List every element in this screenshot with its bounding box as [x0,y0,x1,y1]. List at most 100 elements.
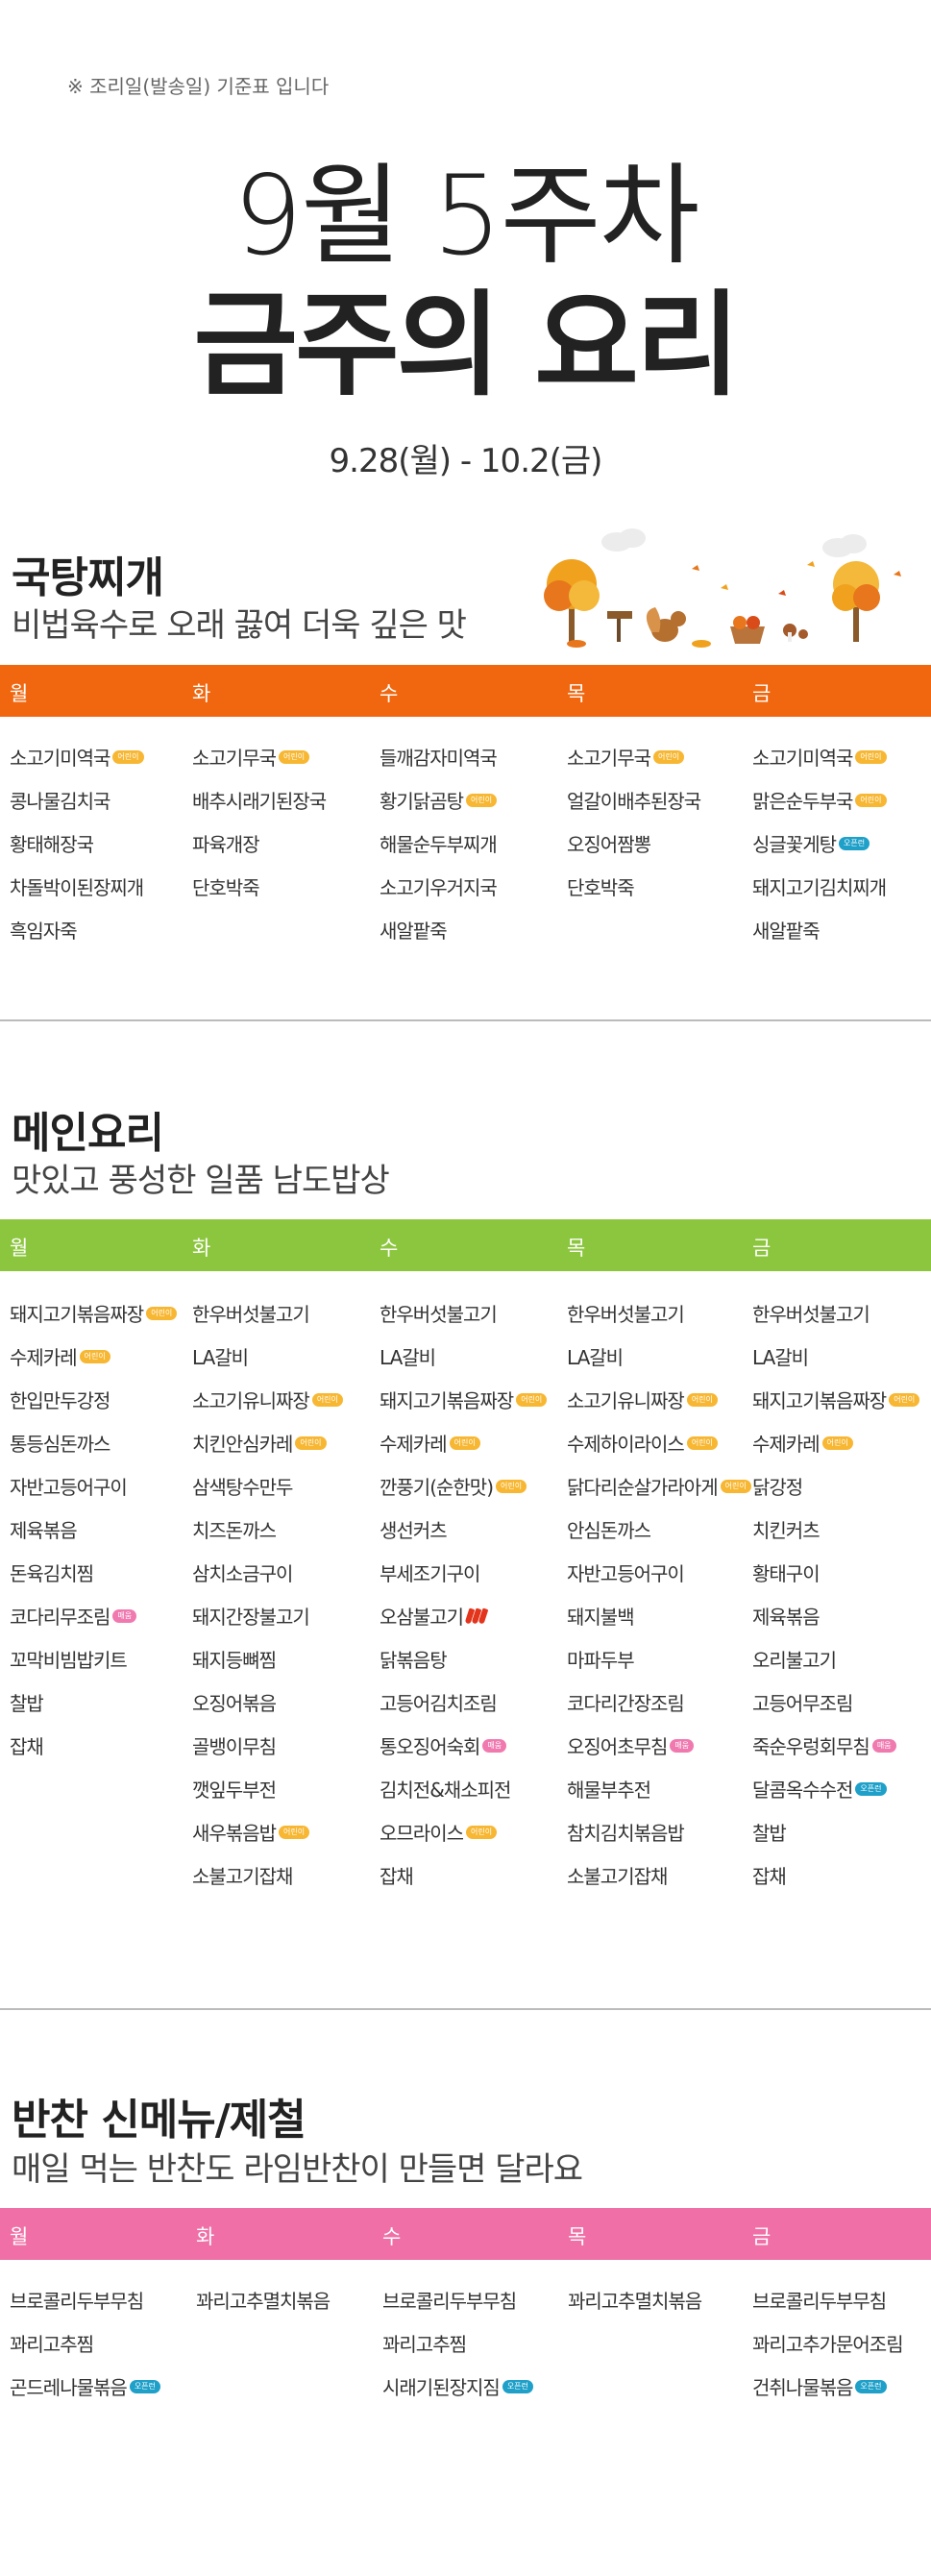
kid-badge: 어린이 [821,1435,853,1450]
menu-item: 해물순두부찌개 [380,822,498,865]
menu-item-name: 수제하이라이스 [567,1433,685,1456]
menu-item: 죽순우렁회무침 매움 [752,1724,919,1767]
menu-item-name: 오징어볶음 [192,1692,277,1715]
menu-item-name: 삼색탕수만두 [192,1476,293,1499]
menu-item: 한우버섯불고기 [380,1291,547,1335]
kid-badge: 어린이 [855,749,887,764]
menu-column-fri: 브로콜리두부무침 꽈리고추가문어조림 건취나물볶음 오픈런 [752,2278,904,2408]
menu-item: 닭강정 [752,1464,919,1508]
menu-item: 얼갈이배추된장국 [567,778,701,822]
menu-item: 잡채 [752,1853,919,1897]
menu-item: 참치김치볶음밥 [567,1810,751,1853]
menu-item: 부세조기구이 [380,1551,547,1594]
menu-column-thu: 소고기무국 어린이 얼갈이배추된장국 오징어짬뽕 단호박죽 [567,735,701,908]
menu-item: 새알팥죽 [380,908,497,951]
menu-item: 건취나물볶음 오픈런 [752,2365,903,2408]
day-header-wed: 수 [380,682,399,705]
menu-item: 들깨감자미역국 [380,735,498,778]
menu-item-name: 소고기유니짜장 [192,1389,310,1412]
menu-item-name: 삼치소금구이 [192,1562,293,1585]
menu-item: 자반고등어구이 [10,1464,177,1508]
kid-badge: 어린이 [516,1392,548,1407]
menu-item: 고등어김치조림 [380,1681,547,1724]
menu-item: 소고기미역국 어린이 [10,735,144,778]
day-header-fri: 금 [752,2225,772,2248]
kid-badge: 어린이 [653,749,685,764]
menu-item: 삼색탕수만두 [192,1464,343,1508]
day-header-tue: 화 [192,682,211,705]
section-subtitle-soup: 비법육수로 오래 끓여 더욱 깊은 맛 [12,606,467,645]
menu-item-name: 브로콜리두부무침 [10,2290,144,2313]
menu-item: 치킨안심카레 어린이 [192,1421,343,1464]
week-title: 9월 5주차 [233,152,700,280]
menu-item: 소고기유니짜장 어린이 [567,1378,751,1421]
kid-badge: 어린이 [466,793,498,807]
menu-item-name: LA갈비 [752,1346,809,1369]
menu-item: 김치전&채소피전 [380,1767,547,1810]
menu-item-name: LA갈비 [380,1346,436,1369]
menu-item-name: 오삼불고기 [380,1606,464,1629]
section-title-side: 반찬 신메뉴/제철 [12,2096,306,2145]
menu-item: 코다리무조림 매움 [10,1594,177,1637]
menu-item: 소고기미역국 어린이 [752,735,887,778]
menu-item-name: 한입만두강정 [10,1389,110,1412]
menu-item-name: 새알팥죽 [380,920,448,943]
spicy-badge: 매움 [871,1738,896,1753]
menu-item-name: 돼지고기볶음짜장 [380,1389,514,1412]
section-title-soup: 국탕찌개 [12,553,164,602]
menu-item: LA갈비 [567,1335,751,1378]
chili-pepper-icon [464,1607,489,1625]
menu-item-name: 수제카레 [10,1346,78,1369]
menu-item: 코다리간장조림 [567,1681,751,1724]
menu-item-name: 죽순우렁회무침 [752,1735,870,1758]
menu-item: 황기닭곰탕 어린이 [380,778,498,822]
menu-item-name: 소고기미역국 [10,747,110,770]
menu-item: 삼치소금구이 [192,1551,343,1594]
menu-item: 돈육김치찜 [10,1551,177,1594]
menu-item-name: 소고기유니짜장 [567,1389,685,1412]
menu-item-name: 수제카레 [380,1433,448,1456]
kid-badge: 어린이 [79,1349,110,1363]
menu-item-name: 해물부추전 [567,1779,651,1802]
menu-item-name: 돼지불백 [567,1606,635,1629]
menu-item: 오징어볶음 [192,1681,343,1724]
menu-item: 꼬막비빔밥키트 [10,1637,177,1681]
menu-item-name: 단호박죽 [567,876,635,899]
menu-item-name: 찰밥 [752,1822,787,1845]
date-range: 9.28(월) - 10.2(금) [329,442,603,480]
menu-item-name: 황태해장국 [10,833,94,856]
menu-item: 시래기된장지짐 오픈런 [382,2365,533,2408]
menu-item: 닭다리순살가라아게 어린이 [567,1464,751,1508]
day-header-wed: 수 [382,2225,402,2248]
menu-item-name: 닭강정 [752,1476,803,1499]
menu-item: 돼지고기볶음짜장 어린이 [10,1291,178,1335]
menu-item: 제육볶음 [752,1594,919,1637]
menu-item: 새알팥죽 [752,908,887,951]
kid-badge: 어린이 [279,749,310,764]
menu-item-name: 자반고등어구이 [10,1476,128,1499]
menu-item-name: 황기닭곰탕 [380,790,464,813]
menu-item-name: 부세조기구이 [380,1562,480,1585]
menu-item-name: 찰밥 [10,1692,44,1715]
kid-badge: 어린이 [855,793,887,807]
menu-item-name: 황태구이 [752,1562,821,1585]
menu-item: 맑은순두부국 어린이 [752,778,887,822]
menu-item-name: 맑은순두부국 [752,790,853,813]
menu-item: 소불고기잡채 [567,1853,751,1897]
menu-item-name: 김치전&채소피전 [380,1779,511,1802]
menu-item-name: 새알팥죽 [752,920,821,943]
menu-item-name: 제육볶음 [752,1606,821,1629]
kid-badge: 어린이 [146,1306,178,1320]
menu-item: 돼지고기볶음짜장 어린이 [380,1378,548,1421]
menu-item: LA갈비 [380,1335,547,1378]
day-header-wed: 수 [380,1237,399,1260]
kid-badge: 어린이 [279,1825,310,1839]
menu-item-name: 들깨감자미역국 [380,747,498,770]
menu-item-name: 파육개장 [192,833,260,856]
new-badge: 오픈런 [855,2379,887,2393]
menu-item: 제육볶음 [10,1508,177,1551]
menu-item-name: 한우버섯불고기 [567,1303,685,1326]
notice-text: ※ 조리일(발송일) 기준표 입니다 [67,75,330,98]
menu-item-name: 한우버섯불고기 [192,1303,310,1326]
menu-item-name: 치즈돈까스 [192,1519,277,1542]
